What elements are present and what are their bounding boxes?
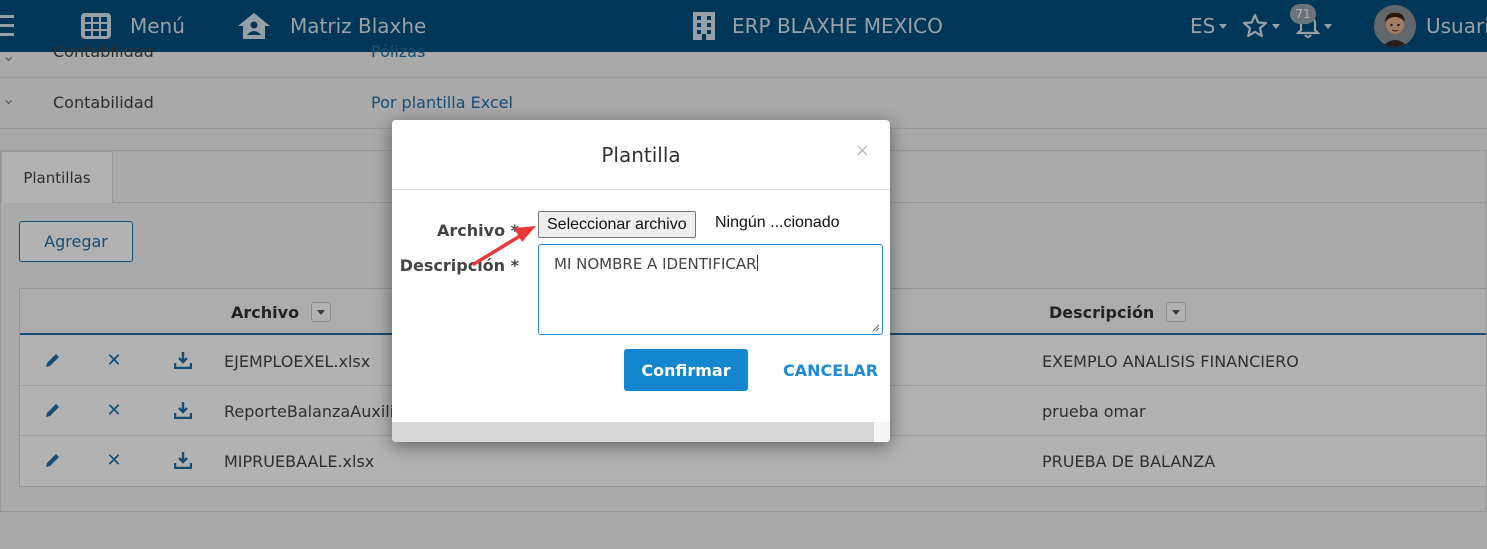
file-status-text: Ningún ...cionado — [715, 214, 840, 231]
text-cursor — [756, 255, 758, 271]
close-icon[interactable]: × — [855, 140, 870, 161]
dialog-title: Plantilla — [392, 120, 890, 190]
confirm-button[interactable]: Confirmar — [624, 349, 748, 391]
plantilla-dialog: Plantilla × Archivo * Seleccionar archiv… — [392, 120, 890, 442]
description-textarea[interactable]: MI NOMBRE A IDENTIFICAR — [538, 244, 883, 335]
scrollbar-corner — [874, 422, 890, 442]
resize-handle-icon[interactable] — [872, 324, 880, 332]
horizontal-scrollbar[interactable] — [392, 422, 874, 442]
choose-file-button[interactable]: Seleccionar archivo — [538, 211, 696, 238]
archivo-label: Archivo * — [437, 221, 519, 240]
cancel-button[interactable]: CANCELAR — [783, 349, 878, 391]
description-value: MI NOMBRE A IDENTIFICAR — [554, 255, 757, 273]
descripcion-label: Descripción * — [399, 256, 519, 275]
